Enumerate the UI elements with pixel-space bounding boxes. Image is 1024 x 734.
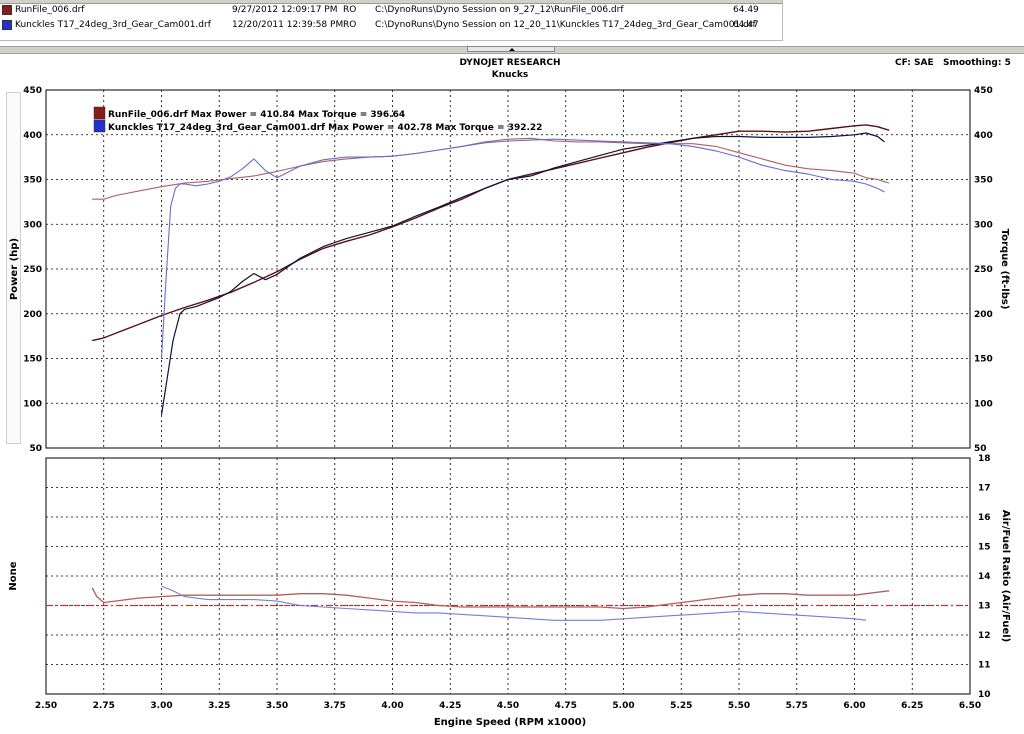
x-tick-label: 6.25 — [901, 701, 923, 711]
power-tick-label: 350 — [23, 176, 42, 186]
legend-entry-runfile: RunFile_006.drf Max Power = 410.84 Max T… — [108, 110, 405, 120]
power-tick-label: 100 — [23, 399, 42, 409]
afr-tick-label: 10 — [978, 690, 991, 700]
torque-axis-ticks: 50 100 150 200 250 300 350 400 450 — [974, 86, 993, 454]
chart-subtitle: Knucks — [492, 70, 528, 80]
correction-factor: CF: SAE — [895, 58, 934, 68]
rpm-axis-label: Engine Speed (RPM x1000) — [434, 717, 586, 728]
afr-tick-label: 18 — [978, 454, 991, 464]
legend-swatch-kunckles — [93, 119, 106, 133]
power-tick-label: 450 — [23, 86, 42, 96]
x-tick-label: 5.25 — [670, 701, 692, 711]
torque-tick-label: 300 — [974, 220, 993, 230]
legend-swatch-runfile — [93, 106, 106, 120]
torque-tick-label: 100 — [974, 399, 993, 409]
power-axis-ticks: 50 100 150 200 250 300 350 400 450 — [23, 86, 42, 454]
legend-entry-kunckles: Kunckles T17_24deg_3rd_Gear_Cam001.drf M… — [108, 123, 542, 133]
power-tick-label: 200 — [23, 310, 42, 320]
chart-title: DYNOJET RESEARCH — [459, 58, 560, 68]
torque-tick-label: 200 — [974, 310, 993, 320]
x-tick-label: 3.50 — [266, 701, 288, 711]
x-tick-label: 5.50 — [728, 701, 750, 711]
power-tick-label: 400 — [23, 131, 42, 141]
dyno-chart: DYNOJET RESEARCH Knucks CF: SAE Smoothin… — [8, 58, 1011, 728]
power-tick-label: 250 — [23, 265, 42, 275]
rpm-axis-ticks: 2.50 2.75 3.00 3.25 3.50 3.75 4.00 4.25 4.50 4.75… — [35, 701, 981, 711]
x-tick-label: 3.75 — [324, 701, 346, 711]
afr-tick-label: 12 — [978, 631, 991, 641]
power-tick-label: 50 — [29, 444, 42, 454]
afr-axis-ticks: 10 11 12 13 14 15 16 17 18 — [978, 454, 991, 700]
torque-tick-label: 50 — [974, 444, 987, 454]
afr-tick-label: 11 — [978, 661, 991, 671]
afr-tick-label: 16 — [978, 513, 991, 523]
torque-tick-label: 400 — [974, 131, 993, 141]
x-tick-label: 4.00 — [381, 701, 403, 711]
x-tick-label: 5.75 — [786, 701, 808, 711]
torque-axis-label: Torque (ft-lbs) — [999, 229, 1010, 310]
torque-tick-label: 150 — [974, 355, 993, 365]
torque-tick-label: 450 — [974, 86, 993, 96]
x-tick-label: 4.50 — [497, 701, 519, 711]
x-tick-label: 4.75 — [555, 701, 577, 711]
x-tick-label: 4.25 — [439, 701, 461, 711]
lower-left-axis-label: None — [8, 561, 19, 590]
afr-axis-label: Air/Fuel Ratio (Air/Fuel) — [1000, 510, 1011, 642]
afr-tick-label: 17 — [978, 484, 991, 494]
x-tick-label: 3.25 — [208, 701, 230, 711]
smoothing-level: Smoothing: 5 — [943, 58, 1011, 68]
power-axis-label: Power (hp) — [9, 238, 20, 300]
torque-tick-label: 250 — [974, 265, 993, 275]
x-tick-label: 6.00 — [843, 701, 865, 711]
torque-tick-label: 350 — [974, 176, 993, 186]
x-tick-label: 6.50 — [959, 701, 981, 711]
x-tick-label: 2.50 — [35, 701, 57, 711]
afr-tick-label: 14 — [978, 572, 991, 582]
x-tick-label: 3.00 — [150, 701, 172, 711]
x-tick-label: 5.00 — [612, 701, 634, 711]
power-tick-label: 300 — [23, 220, 42, 230]
power-tick-label: 150 — [23, 355, 42, 365]
afr-tick-label: 15 — [978, 543, 991, 553]
x-tick-label: 2.75 — [93, 701, 115, 711]
afr-tick-label: 13 — [978, 602, 991, 612]
